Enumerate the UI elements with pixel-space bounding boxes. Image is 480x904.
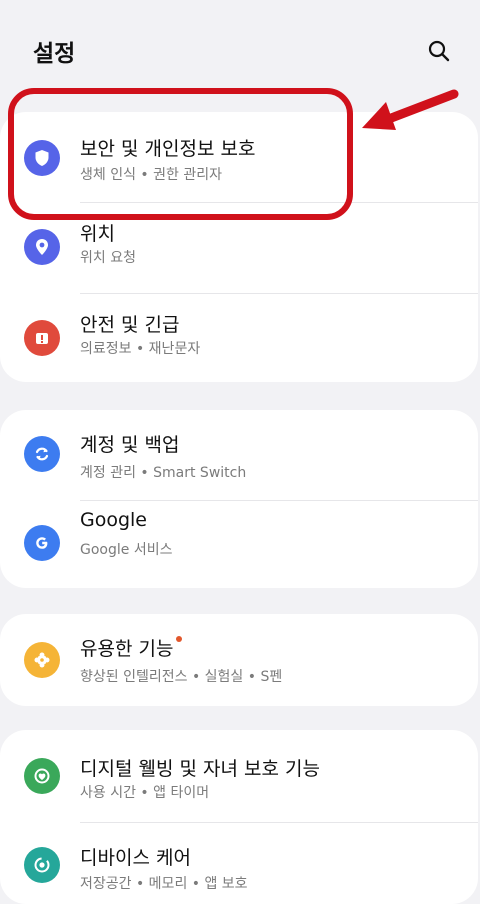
settings-item-digital-wellbeing[interactable]: 디지털 웰빙 및 자녀 보호 기능 사용 시간 • 앱 타이머 — [0, 730, 478, 820]
item-subtitle: 위치 요청 — [80, 250, 136, 266]
header: 설정 — [0, 0, 480, 100]
settings-card-advanced: 유용한 기능 향상된 인텔리전스 • 실험실 • S펜 — [0, 614, 478, 706]
item-subtitle: Google 서비스 — [80, 542, 173, 558]
shield-icon — [35, 150, 49, 166]
puzzle-icon — [34, 652, 50, 668]
search-icon — [428, 40, 450, 62]
settings-card-security: 보안 및 개인정보 보호 생체 인식 • 권한 관리자 위치 위치 요청 안전 … — [0, 112, 478, 382]
settings-item-google[interactable]: Google Google 서비스 — [0, 501, 478, 591]
settings-item-useful-features[interactable]: 유용한 기능 향상된 인텔리전스 • 실험실 • S펜 — [0, 614, 478, 704]
settings-item-security-privacy[interactable]: 보안 및 개인정보 보호 생체 인식 • 권한 관리자 — [0, 112, 478, 202]
item-title: 유용한 기능 — [80, 634, 183, 661]
new-badge-dot — [176, 636, 183, 642]
security-icon-badge — [24, 140, 60, 176]
item-subtitle: 향상된 인텔리전스 • 실험실 • S펜 — [80, 669, 283, 685]
item-subtitle: 저장공간 • 메모리 • 앱 보호 — [80, 876, 248, 892]
accounts-icon-badge — [24, 436, 60, 472]
emergency-icon — [36, 333, 48, 344]
device-care-icon-badge — [24, 847, 60, 883]
item-subtitle: 생체 인식 • 권한 관리자 — [80, 167, 222, 183]
item-title: 디바이스 케어 — [80, 847, 191, 869]
item-subtitle: 의료정보 • 재난문자 — [80, 341, 201, 357]
item-title: Google — [80, 509, 148, 531]
settings-item-location[interactable]: 위치 위치 요청 — [0, 203, 478, 293]
device-care-icon — [34, 857, 50, 873]
item-subtitle: 사용 시간 • 앱 타이머 — [80, 785, 210, 801]
google-icon-badge — [24, 525, 60, 561]
item-title: 보안 및 개인정보 보호 — [80, 138, 256, 160]
search-button[interactable] — [422, 34, 456, 68]
item-title: 위치 — [80, 223, 115, 245]
item-title: 디지털 웰빙 및 자녀 보호 기능 — [80, 758, 320, 780]
page-title: 설정 — [33, 41, 76, 67]
emergency-icon-badge — [24, 320, 60, 356]
item-title: 안전 및 긴급 — [80, 314, 180, 336]
location-pin-icon — [36, 239, 48, 255]
location-icon-badge — [24, 229, 60, 265]
item-title: 계정 및 백업 — [80, 434, 180, 456]
google-icon — [36, 537, 48, 549]
settings-item-accounts-backup[interactable]: 계정 및 백업 계정 관리 • Smart Switch — [0, 410, 478, 500]
settings-card-wellbeing: 디지털 웰빙 및 자녀 보호 기능 사용 시간 • 앱 타이머 디바이스 케어 … — [0, 730, 478, 904]
wellbeing-icon-badge — [24, 758, 60, 794]
sync-icon — [35, 447, 49, 461]
settings-item-device-care[interactable]: 디바이스 케어 저장공간 • 메모리 • 앱 보호 — [0, 823, 478, 904]
features-icon-badge — [24, 642, 60, 678]
item-title-text: 유용한 기능 — [80, 638, 174, 660]
settings-item-safety-emergency[interactable]: 안전 및 긴급 의료정보 • 재난문자 — [0, 294, 478, 384]
item-subtitle: 계정 관리 • Smart Switch — [80, 465, 247, 481]
wellbeing-icon — [34, 768, 50, 784]
settings-card-accounts: 계정 및 백업 계정 관리 • Smart Switch Google Goog… — [0, 410, 478, 588]
